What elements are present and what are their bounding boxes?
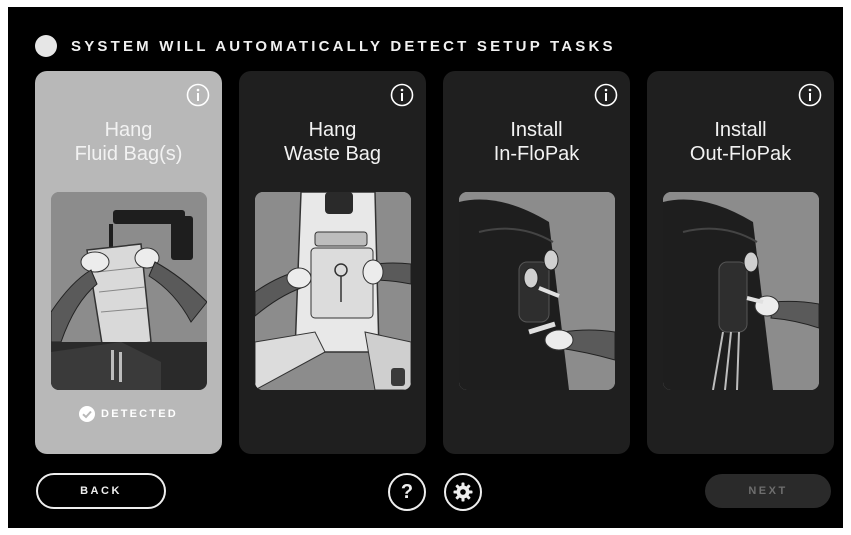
card-title-line1: Install (714, 119, 767, 141)
gear-icon (453, 482, 473, 502)
card-title: Hang Waste Bag (239, 118, 426, 166)
task-card-hang-fluid-bags[interactable]: Hang Fluid Bag(s) DETECTED (35, 71, 222, 454)
in-flopak-illustration (459, 192, 615, 390)
settings-button[interactable] (444, 473, 482, 511)
card-title-line2: In-FloPak (493, 143, 580, 165)
status-dot (35, 35, 57, 57)
card-title-line1: Hang (308, 119, 357, 141)
header: SYSTEM WILL AUTOMATICALLY DETECT SETUP T… (35, 35, 616, 57)
waste-bag-illustration (255, 192, 411, 390)
task-card-install-out-flopak[interactable]: Install Out-FloPak (647, 71, 834, 454)
info-icon[interactable] (594, 83, 618, 107)
task-card-hang-waste-bag[interactable]: Hang Waste Bag (239, 71, 426, 454)
detected-badge: DETECTED (35, 406, 222, 422)
back-button[interactable]: BACK (36, 473, 166, 509)
card-title: Install Out-FloPak (647, 118, 834, 166)
setup-screen: SYSTEM WILL AUTOMATICALLY DETECT SETUP T… (8, 7, 843, 528)
info-icon[interactable] (390, 83, 414, 107)
check-circle-icon (79, 406, 96, 422)
info-icon[interactable] (186, 83, 210, 107)
card-title-line1: Hang (104, 119, 153, 141)
card-title-line2: Out-FloPak (689, 143, 792, 165)
detected-label: DETECTED (101, 408, 178, 420)
card-title-line2: Waste Bag (283, 143, 382, 165)
help-icon: ? (400, 480, 414, 503)
next-button[interactable]: NEXT (705, 474, 831, 508)
card-title-line2: Fluid Bag(s) (74, 143, 183, 165)
help-button[interactable]: ? (388, 473, 426, 511)
card-title-line1: Install (510, 119, 563, 141)
fluid-bag-illustration (51, 192, 207, 390)
card-title: Hang Fluid Bag(s) (35, 118, 222, 166)
info-icon[interactable] (798, 83, 822, 107)
page-title: SYSTEM WILL AUTOMATICALLY DETECT SETUP T… (71, 37, 616, 55)
card-title: Install In-FloPak (443, 118, 630, 166)
task-card-install-in-flopak[interactable]: Install In-FloPak (443, 71, 630, 454)
out-flopak-illustration (663, 192, 819, 390)
